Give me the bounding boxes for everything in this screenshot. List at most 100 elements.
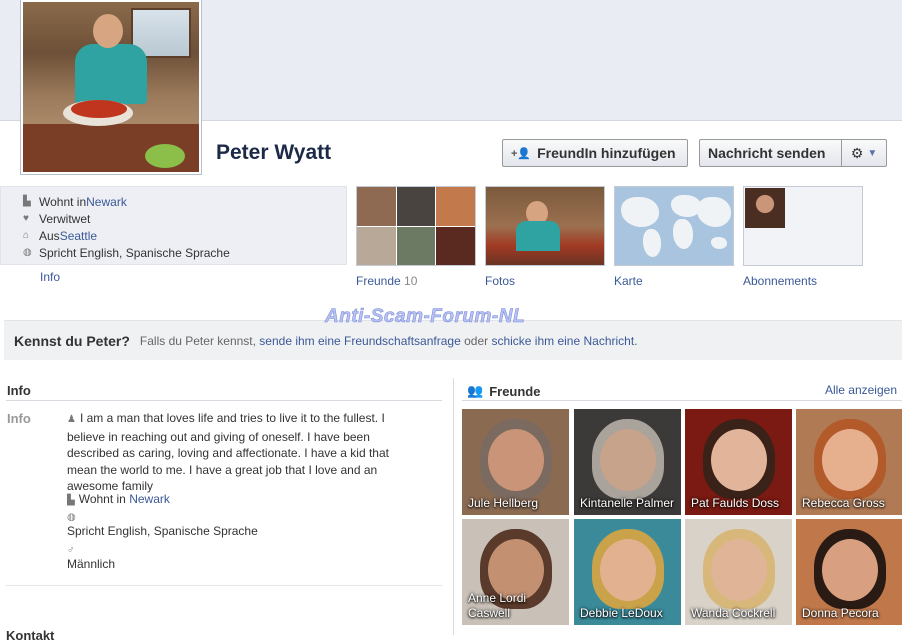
friend-photo-face [711,429,767,491]
from-city-link[interactable]: Seattle [60,229,97,243]
about-from: ⌂ Aus Seattle [23,227,346,244]
languages-text: Spricht English, Spanische Sprache [39,245,230,260]
friend-tile[interactable]: Debbie LeDoux [574,519,681,625]
friend-photo-face [822,429,878,491]
map-land [697,197,731,227]
photos-tile-label[interactable]: Fotos [485,274,515,288]
subscriptions-tile[interactable] [743,186,863,266]
friend-photo-face [600,539,656,601]
profile-photo [23,2,199,172]
friend-name[interactable]: Jule Hellberg [468,496,565,511]
info-divider [6,400,442,401]
contact-section-heading: Kontakt [6,628,55,643]
info-link[interactable]: Info [40,270,60,284]
info-key-label: Info [7,411,31,426]
send-friend-request-link[interactable]: sende ihm eine Freundschaftsanfrage [259,334,460,348]
house-icon: ▙ [23,196,31,207]
about-summary: ▙ Wohnt in Newark ♥ Verwitwet ⌂ Aus Seat… [0,186,347,265]
friend-photo-face [822,539,878,601]
subscriptions-tile-label[interactable]: Abonnements [743,274,817,288]
map-land [711,237,727,249]
friends-tile-label[interactable]: Freunde 10 [356,274,417,288]
friend-name[interactable]: Kintanelle Palmer [580,496,677,511]
relationship-status: Verwitwet [39,211,91,226]
photo-person-head [93,14,123,48]
friend-photo-face [711,539,767,601]
friend-name[interactable]: Pat Faulds Doss [691,496,788,511]
from-prefix: Aus [39,228,60,243]
know-question: Kennst du Peter? [14,332,130,349]
photo-salad [145,144,185,168]
map-land [621,197,659,227]
friend-tile[interactable]: Wanda Cockrell [685,519,792,625]
gender-icon-row: ♂ [67,542,79,556]
add-friend-label: FreundIn hinzufügen [537,145,676,161]
about-status: ♥ Verwitwet [23,210,346,227]
friend-photo-face [600,429,656,491]
map-tile[interactable] [614,186,734,266]
friend-name[interactable]: Anne Lordi Caswell [468,591,565,621]
map-land [673,219,693,249]
friend-tile[interactable]: Jule Hellberg [462,409,569,515]
friends-tile-text: Freunde [356,274,401,288]
friends-divider [462,400,902,401]
bio-body: I am a man that loves life and tries to … [67,411,389,493]
bio-text: ♟ I am a man that loves life and tries to… [67,410,417,495]
see-all-friends-link[interactable]: Alle anzeigen [825,383,897,397]
profile-name[interactable]: Peter Wyatt [216,141,331,165]
about-languages: ◍ Spricht English, Spanische Sprache [23,244,346,261]
friends-count: 10 [404,274,418,288]
friend-tile[interactable]: Anne Lordi Caswell [462,519,569,625]
mosaic-photo [436,187,475,226]
friend-tile[interactable]: Donna Pecora [796,519,902,625]
globe-icon: ◍ [23,247,32,258]
about-lives: ▙ Wohnt in Newark [23,193,346,210]
friends-section-heading: 👥 Freunde [467,383,540,399]
friends-mosaic [357,187,475,265]
friend-tile[interactable]: Pat Faulds Doss [685,409,792,515]
send-message-link[interactable]: schicke ihm eine Nachricht [491,334,634,348]
subscription-thumbnail [745,188,785,228]
friend-name[interactable]: Debbie LeDoux [580,606,677,621]
friend-name[interactable]: Donna Pecora [802,606,899,621]
photos-tile[interactable] [485,186,605,266]
home-icon: ⌂ [23,230,30,241]
know-text-3: . [634,333,638,348]
know-text: Falls du Peter kennst, sende ihm eine Fr… [140,334,638,348]
info-lives-city-link[interactable]: Newark [129,492,170,506]
friend-name[interactable]: Wanda Cockrell [691,606,788,621]
column-separator [453,378,454,635]
heart-icon: ♥ [23,213,29,224]
mosaic-photo [396,226,436,265]
add-friend-button[interactable]: +👤 FreundIn hinzufügen [502,139,688,167]
know-text-1: Falls du Peter kennst, [139,333,260,348]
info-section-heading: Info [7,383,31,398]
friend-tile[interactable]: Kintanelle Palmer [574,409,681,515]
map-tile-label[interactable]: Karte [614,274,643,288]
mosaic-photo [436,226,475,265]
person-icon: ♟ [67,414,76,425]
watermark: Anti-Scam-Forum-NL [325,306,526,328]
friends-icon: 👥 [467,383,484,398]
friends-tile[interactable] [356,186,476,266]
friends-heading-text: Freunde [489,383,541,399]
settings-dropdown-button[interactable]: ⚙ ▼ [841,139,887,167]
send-message-label: Nachricht senden [708,145,826,161]
map-land [643,229,661,257]
know-text-2: oder [460,333,492,348]
friend-name[interactable]: Rebecca Gross [802,496,899,511]
mosaic-photo [357,226,396,265]
globe-icon: ◍ [67,512,76,523]
photo-food [71,100,127,118]
info-lives: ▙ Wohnt in Newark [67,492,170,506]
house-icon: ▙ [67,495,75,506]
mosaic-photo [357,187,396,226]
male-icon: ♂ [67,545,75,556]
mosaic-photo [396,187,436,226]
send-message-button[interactable]: Nachricht senden [699,139,841,167]
profile-picture[interactable] [20,0,202,175]
info-gender: Männlich [67,557,116,571]
friend-tile[interactable]: Rebecca Gross [796,409,902,515]
lives-city-link[interactable]: Newark [86,195,127,209]
lives-prefix: Wohnt in [39,194,87,209]
